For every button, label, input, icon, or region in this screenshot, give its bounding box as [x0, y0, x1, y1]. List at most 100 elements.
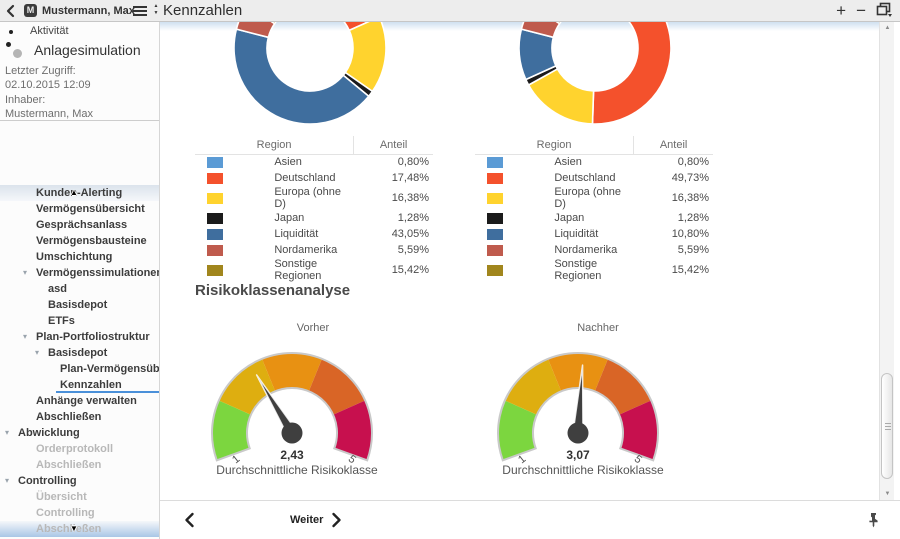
next-step-label: Weiter [290, 510, 323, 530]
sidebar-item-vermögensübersicht[interactable]: Vermögensübersicht [0, 201, 159, 217]
tree-expand-icon[interactable]: ▾ [35, 345, 39, 361]
table-row[interactable]: Asien0,80% [475, 154, 713, 170]
share-cell: 5,59% [354, 242, 433, 258]
activity-name[interactable]: Anlagesimulation [34, 42, 141, 58]
sidebar: Aktivität Anlagesimulation Letzter Zugri… [0, 22, 160, 539]
table-row[interactable]: Nordamerika5,59% [475, 242, 713, 258]
sidebar-item-plan-vermögensübe-[interactable]: Plan-Vermögensübe... [0, 361, 159, 377]
table-row[interactable]: Sonstige Regionen15,42% [195, 258, 433, 282]
table-row[interactable]: Europa (ohne D)16,38% [195, 186, 433, 210]
sidebar-item-controlling[interactable]: ▾ Controlling [0, 473, 159, 489]
risk-gauge-nachher: 3,0715Durchschnittliche Risikoklasse [463, 338, 693, 488]
scrollbar-down-icon[interactable]: ▼ [880, 489, 895, 499]
column-header-region[interactable]: Region [475, 136, 634, 154]
tree-expand-icon[interactable]: ▾ [5, 425, 9, 441]
sidebar-item-label: Kunden-Alerting [36, 187, 122, 199]
sidebar-item-label: Umschichtung [36, 251, 112, 263]
sidebar-item-gesprächsanlass[interactable]: Gesprächsanlass [0, 217, 159, 233]
table-row[interactable]: Sonstige Regionen15,42% [475, 258, 713, 282]
sidebar-item-basisdepot[interactable]: ▾Basisdepot [0, 345, 159, 361]
gauge-value: 2,43 [280, 448, 304, 462]
table-row[interactable]: Deutschland49,73% [475, 170, 713, 186]
section-title: Risikoklassenanalyse [195, 282, 350, 299]
share-cell: 0,80% [354, 154, 433, 170]
sidebar-item-kennzahlen[interactable]: Kennzahlen [0, 377, 159, 393]
sidebar-item-label: Gesprächsanlass [36, 219, 127, 231]
gauge-title-vorher: Vorher [198, 322, 428, 334]
pin-icon[interactable] [867, 512, 880, 533]
legend-swatch-icon [475, 186, 554, 210]
sidebar-item-asd[interactable]: asd [0, 281, 159, 297]
activity-label: Aktivität [30, 25, 69, 37]
share-cell: 17,48% [354, 170, 433, 186]
sidebar-item-anhänge-verwalten[interactable]: Anhänge verwalten [0, 393, 159, 409]
sidebar-item-vermögensbausteine[interactable]: Vermögensbausteine [0, 233, 159, 249]
step-dot-icon [6, 42, 11, 47]
table-row[interactable]: Japan1,28% [195, 210, 433, 226]
table-row[interactable]: Asien0,80% [195, 154, 433, 170]
sidebar-item-vermögenssimulationen[interactable]: ▾ Vermögenssimulationen [0, 265, 159, 281]
column-header-anteil[interactable]: Anteil [354, 136, 433, 154]
window-layout-icon[interactable] [876, 2, 892, 21]
sidebar-item-label: Orderprotokoll [36, 443, 113, 455]
region-cell: Deutschland [274, 170, 353, 186]
table-row[interactable]: Europa (ohne D)16,38% [475, 186, 713, 210]
scroll-indicator-icon: ▼ [70, 521, 78, 537]
region-table-nachher: Region Anteil Asien0,80%Deutschland49,73… [475, 136, 713, 282]
region-cell: Japan [274, 210, 353, 226]
sidebar-item-label: Vermögensübersicht [36, 203, 145, 215]
region-table-vorher: Region Anteil Asien0,80%Deutschland17,48… [195, 136, 433, 282]
table-row[interactable]: Japan1,28% [475, 210, 713, 226]
sidebar-item-plan-portfoliostruktur[interactable]: ▾ Plan-Portfoliostruktur [0, 329, 159, 345]
sidebar-item-label: Plan-Portfoliostruktur [36, 331, 150, 343]
sidebar-item-label: Übersicht [36, 491, 87, 503]
sidebar-item-abschließen[interactable]: Abschließen [0, 409, 159, 425]
share-cell: 15,42% [634, 258, 713, 282]
legend-swatch-icon [195, 154, 274, 170]
region-cell: Sonstige Regionen [274, 258, 353, 282]
scrollbar-up-icon[interactable]: ▲ [880, 23, 895, 33]
table-row[interactable]: Nordamerika5,59% [195, 242, 433, 258]
share-cell: 16,38% [354, 186, 433, 210]
owner-label: Inhaber: [5, 93, 93, 107]
customer-name[interactable]: Mustermann, Max [42, 5, 135, 17]
zoom-in-button[interactable]: + [836, 2, 846, 20]
table-row[interactable]: Liquidität10,80% [475, 226, 713, 242]
sidebar-item-umschichtung[interactable]: Umschichtung [0, 249, 159, 265]
gauge-title-nachher: Nachher [483, 322, 713, 334]
share-cell: 49,73% [634, 170, 713, 186]
previous-step-button[interactable] [184, 512, 195, 533]
back-icon[interactable] [6, 4, 15, 23]
region-cell: Asien [274, 154, 353, 170]
top-bar: M Mustermann, Max ▲▼ Kennzahlen + − [0, 0, 900, 22]
donut-slice-deutschland[interactable] [592, 22, 671, 124]
column-header-anteil[interactable]: Anteil [634, 136, 713, 154]
hamburger-menu-icon[interactable] [133, 4, 147, 16]
sidebar-item-label: Vermögenssimulationen [36, 267, 159, 279]
sidebar-item-label: ETFs [48, 315, 75, 327]
table-row[interactable]: Deutschland17,48% [195, 170, 433, 186]
zoom-out-button[interactable]: − [856, 2, 866, 20]
tree-expand-icon[interactable]: ▾ [23, 265, 27, 281]
scrollbar-thumb[interactable] [881, 373, 893, 479]
tree-expand-icon[interactable]: ▾ [23, 329, 27, 345]
last-access-block: Letzter Zugriff: 02.10.2015 12:09 [5, 64, 91, 92]
sidebar-item-basisdepot[interactable]: Basisdepot [0, 297, 159, 313]
sort-toggle-icon[interactable]: ▲▼ [152, 3, 160, 17]
next-step-button[interactable]: Weiter [290, 510, 342, 530]
owner-block: Inhaber: Mustermann, Max [5, 93, 93, 121]
sidebar-item-kunden-alerting[interactable]: Kunden-Alerting▲ [0, 185, 159, 201]
vertical-scrollbar[interactable]: ▲ ▼ [879, 22, 894, 500]
sidebar-item-label: Controlling [18, 475, 77, 487]
sidebar-item-etfs[interactable]: ETFs [0, 313, 159, 329]
region-cell: Liquidität [554, 226, 633, 242]
table-row[interactable]: Liquidität43,05% [195, 226, 433, 242]
column-header-region[interactable]: Region [195, 136, 354, 154]
region-cell: Sonstige Regionen [554, 258, 633, 282]
sidebar-item-abwicklung[interactable]: ▾Abwicklung [0, 425, 159, 441]
tree-expand-icon[interactable]: ▾ [5, 473, 9, 489]
step-dot-icon [9, 30, 13, 34]
legend-swatch-icon [195, 186, 274, 210]
legend-swatch-icon [475, 226, 554, 242]
legend-swatch-icon [195, 170, 274, 186]
